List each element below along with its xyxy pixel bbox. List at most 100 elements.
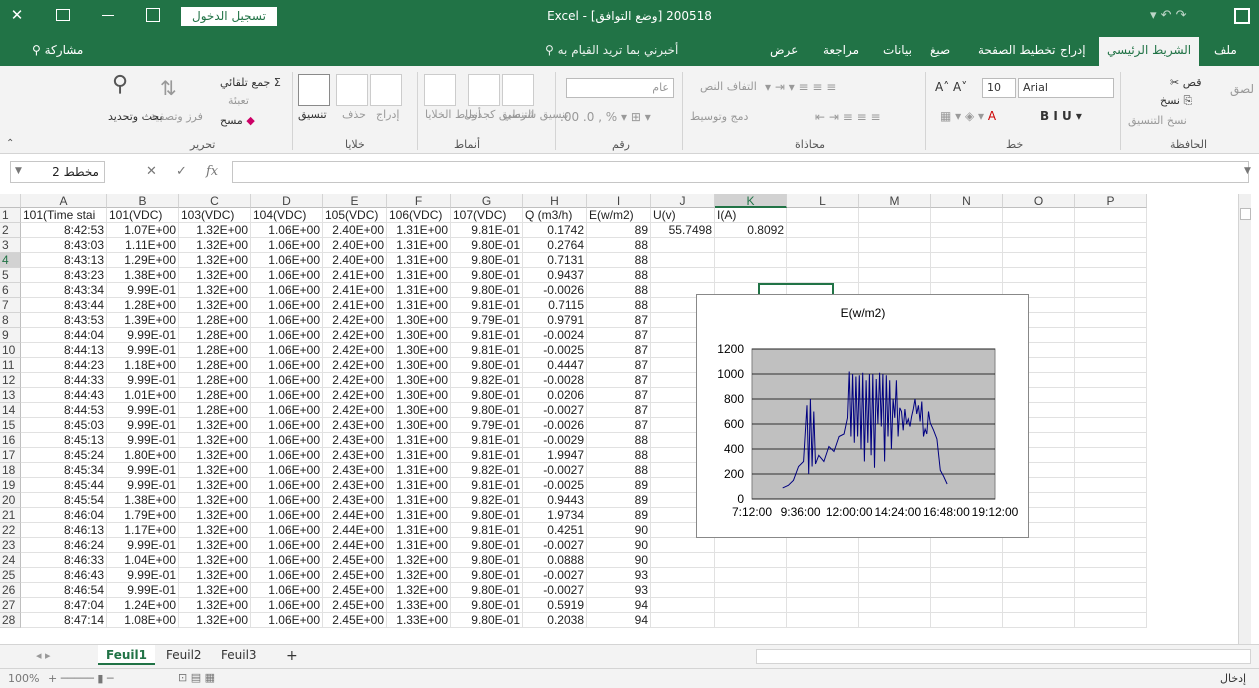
cell[interactable] xyxy=(1003,598,1075,613)
cell[interactable]: 1.30E+00 xyxy=(387,418,451,433)
row-header-17[interactable]: 17 xyxy=(0,448,21,463)
cell[interactable]: 1.28E+00 xyxy=(179,343,251,358)
column-header-a[interactable]: A xyxy=(21,194,107,208)
cell[interactable]: 9.80E-01 xyxy=(451,388,523,403)
cell[interactable]: 101(VDC) xyxy=(107,208,179,223)
cell[interactable]: 9.81E-01 xyxy=(451,478,523,493)
cell[interactable]: -0.0027 xyxy=(523,538,587,553)
cell[interactable] xyxy=(859,598,931,613)
cell[interactable]: 90 xyxy=(587,538,651,553)
view-mode-icons[interactable]: ⊡ ▤ ▦ xyxy=(178,671,215,684)
cell[interactable] xyxy=(1003,568,1075,583)
cell[interactable]: 1.06E+00 xyxy=(251,238,323,253)
cell[interactable] xyxy=(931,268,1003,283)
cell[interactable]: 0.9443 xyxy=(523,493,587,508)
row-header-16[interactable]: 16 xyxy=(0,433,21,448)
cell[interactable]: -0.0028 xyxy=(523,373,587,388)
cell[interactable]: 88 xyxy=(587,238,651,253)
cell[interactable]: 8:42:53 xyxy=(21,223,107,238)
cell[interactable]: 1.9947 xyxy=(523,448,587,463)
cell[interactable] xyxy=(931,253,1003,268)
row-header-9[interactable]: 9 xyxy=(0,328,21,343)
cell[interactable]: 9.99E-01 xyxy=(107,463,179,478)
cell[interactable] xyxy=(859,268,931,283)
select-all-corner[interactable] xyxy=(0,194,21,208)
cell[interactable]: 1.28E+00 xyxy=(179,313,251,328)
scroll-thumb[interactable] xyxy=(1240,208,1251,220)
cell[interactable]: 8:43:03 xyxy=(21,238,107,253)
cell[interactable]: 9.81E-01 xyxy=(451,223,523,238)
row-header-15[interactable]: 15 xyxy=(0,418,21,433)
cell[interactable] xyxy=(859,613,931,628)
cell[interactable] xyxy=(1003,553,1075,568)
cell[interactable]: 2.41E+00 xyxy=(323,298,387,313)
cell[interactable]: 9.81E-01 xyxy=(451,523,523,538)
cell[interactable]: 1.30E+00 xyxy=(387,403,451,418)
cell[interactable]: 1.32E+00 xyxy=(179,433,251,448)
cell[interactable]: 1.32E+00 xyxy=(179,238,251,253)
tab-insert[interactable]: إدراج xyxy=(1060,43,1086,57)
cell[interactable] xyxy=(859,568,931,583)
cell[interactable]: 87 xyxy=(587,343,651,358)
cell[interactable]: 1.07E+00 xyxy=(107,223,179,238)
cell[interactable]: 1.28E+00 xyxy=(179,328,251,343)
cell[interactable]: 87 xyxy=(587,373,651,388)
cell[interactable] xyxy=(859,583,931,598)
cell[interactable]: 1.31E+00 xyxy=(387,478,451,493)
cell[interactable] xyxy=(1075,493,1147,508)
cell[interactable]: 9.99E-01 xyxy=(107,583,179,598)
cell[interactable] xyxy=(1075,433,1147,448)
cell[interactable] xyxy=(1075,253,1147,268)
row-header-11[interactable]: 11 xyxy=(0,358,21,373)
cell[interactable]: 1.06E+00 xyxy=(251,478,323,493)
cell[interactable]: 87 xyxy=(587,313,651,328)
zoom-level[interactable]: 100% xyxy=(8,672,39,685)
cell[interactable] xyxy=(787,568,859,583)
cell[interactable] xyxy=(1075,538,1147,553)
paste-button[interactable]: لصق xyxy=(1230,82,1254,96)
cell[interactable]: -0.0025 xyxy=(523,343,587,358)
cell[interactable]: 1.06E+00 xyxy=(251,418,323,433)
cell[interactable]: 2.45E+00 xyxy=(323,553,387,568)
cell[interactable]: 88 xyxy=(587,253,651,268)
cell[interactable]: 2.43E+00 xyxy=(323,493,387,508)
horizontal-scrollbar[interactable] xyxy=(756,649,1251,664)
cell[interactable]: 8:44:43 xyxy=(21,388,107,403)
sheet-tab-feuil3[interactable]: Feuil3 xyxy=(213,645,265,665)
name-box[interactable]: ▼ مخطط 2 xyxy=(10,161,105,183)
cell[interactable] xyxy=(1003,208,1075,223)
cell[interactable] xyxy=(715,613,787,628)
cell[interactable]: 9.80E-01 xyxy=(451,508,523,523)
cell[interactable] xyxy=(1075,508,1147,523)
cell[interactable]: 55.7498 xyxy=(651,223,715,238)
tab-data[interactable]: بيانات xyxy=(883,43,912,57)
cell[interactable]: 1.01E+00 xyxy=(107,388,179,403)
cell[interactable]: 8:44:13 xyxy=(21,343,107,358)
cell[interactable]: 1.06E+00 xyxy=(251,388,323,403)
cell[interactable] xyxy=(931,538,1003,553)
cell[interactable]: 0.9791 xyxy=(523,313,587,328)
cell[interactable] xyxy=(931,568,1003,583)
cell[interactable] xyxy=(1075,583,1147,598)
tell-me-search[interactable]: ⚲ أخبرني بما تريد القيام به xyxy=(545,43,678,57)
cell[interactable]: 9.82E-01 xyxy=(451,463,523,478)
cell-styles-icon[interactable] xyxy=(424,74,456,106)
cell[interactable]: 2.42E+00 xyxy=(323,328,387,343)
cell[interactable]: 1.79E+00 xyxy=(107,508,179,523)
cell[interactable]: 1.06E+00 xyxy=(251,283,323,298)
cell[interactable]: 1.32E+00 xyxy=(179,493,251,508)
cell[interactable]: 1.31E+00 xyxy=(387,253,451,268)
cell[interactable] xyxy=(1003,268,1075,283)
cell[interactable]: 8:45:03 xyxy=(21,418,107,433)
cell[interactable]: -0.0026 xyxy=(523,283,587,298)
column-header-g[interactable]: G xyxy=(451,194,523,208)
cell[interactable] xyxy=(1075,208,1147,223)
cell[interactable]: 9.82E-01 xyxy=(451,493,523,508)
delete-cells-icon[interactable] xyxy=(336,74,368,106)
cell[interactable] xyxy=(715,538,787,553)
cell[interactable]: 2.45E+00 xyxy=(323,583,387,598)
cell[interactable]: 9.81E-01 xyxy=(451,433,523,448)
cell[interactable]: 1.31E+00 xyxy=(387,538,451,553)
row-header-26[interactable]: 26 xyxy=(0,583,21,598)
cell[interactable]: -0.0027 xyxy=(523,403,587,418)
